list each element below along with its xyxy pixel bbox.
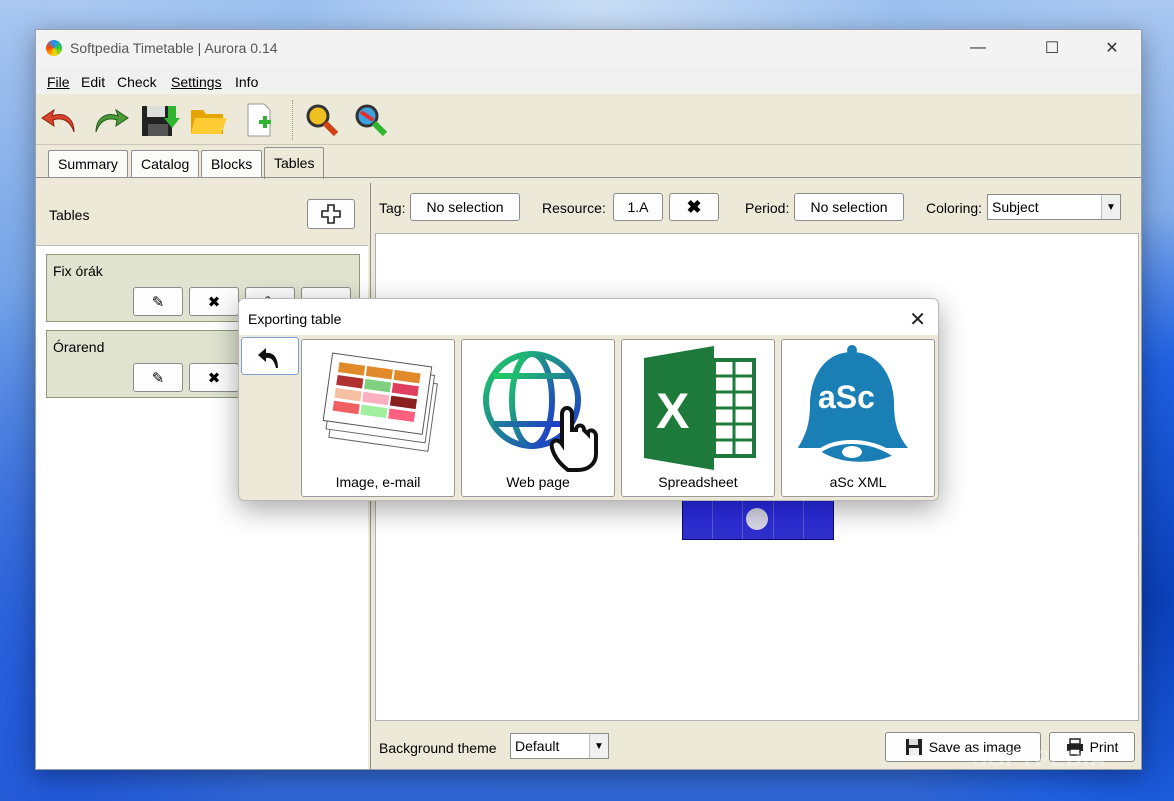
pencil-icon: ✎ [151,293,165,311]
chevron-down-icon: ▼ [589,734,608,758]
plus-icon [321,204,341,224]
tag-select-button[interactable]: No selection [410,193,520,221]
new-file-icon [247,103,271,137]
bg-theme-value: Default [515,738,560,754]
bg-theme-select[interactable]: Default ▼ [510,733,609,759]
close-dialog-button[interactable]: ✕ [909,307,926,332]
open-folder-icon [191,110,227,134]
eye-off-icon: ✖ [207,293,221,311]
app-logo-icon [46,40,62,56]
hide-table-button[interactable]: ✖ [189,363,239,392]
redo-icon [95,108,129,133]
timetable-cell[interactable] [743,501,774,539]
svg-text:aSc: aSc [818,379,875,415]
bg-theme-label: Background theme [379,740,497,756]
tab-summary[interactable]: Summary [48,150,128,177]
tab-catalog[interactable]: Catalog [131,150,200,177]
edit-table-button[interactable]: ✎ [133,363,183,392]
softpedia-watermark: SOFTPEDIA [972,746,1107,771]
tab-tables[interactable]: Tables [264,147,325,179]
undo-icon [41,108,75,133]
tag-label: Tag: [379,200,406,216]
floppy-icon [905,739,922,755]
menu-settings[interactable]: Settings [171,74,222,90]
title-bar: Softpedia Timetable | Aurora 0.14 — ☐ ✕ [36,30,1141,66]
svg-text:X: X [656,383,689,439]
export-dialog: Exporting table ✕ Image, e-mail Web page… [238,298,939,501]
pencil-icon: ✎ [151,369,165,387]
maximize-button[interactable]: ☐ [1023,30,1081,66]
clear-resource-button[interactable]: ✖ [669,193,719,221]
back-arrow-icon [258,348,278,368]
export-option-label: Image, e-mail [335,474,421,490]
new-file-button[interactable] [240,102,280,138]
export-asc-xml-option[interactable]: aSc aSc XML [781,339,935,497]
main-tabs: Summary Catalog Blocks Tables [36,144,1141,179]
timetable-cell[interactable] [713,501,744,539]
search-color-icon [355,104,388,137]
menu-bar: File Edit Check Settings Info [36,66,1141,94]
save-icon [142,106,180,136]
period-label: Period: [745,200,790,216]
tab-divider [36,177,1141,178]
asc-xml-icon: aSc [798,345,908,466]
chevron-down-icon: ▼ [1101,195,1120,219]
redo-button[interactable] [90,102,130,138]
add-table-button[interactable] [307,199,355,229]
timetable-cell[interactable] [683,501,714,539]
close-icon: ✖ [686,196,702,217]
timetable-cell[interactable] [803,501,834,539]
menu-edit[interactable]: Edit [81,74,105,90]
timetable-cell[interactable] [773,501,804,539]
close-icon: ✕ [909,309,926,331]
search-button[interactable] [302,102,342,138]
coloring-select[interactable]: Subject ▼ [987,194,1121,220]
export-option-label: Web page [506,474,570,490]
menu-file[interactable]: File [47,74,70,90]
menu-check[interactable]: Check [117,74,157,90]
back-button[interactable] [241,337,299,375]
toolbar [36,94,1141,145]
export-image-email-option[interactable]: Image, e-mail [301,339,455,497]
export-web-page-option[interactable]: Web page [461,339,615,497]
period-select-button[interactable]: No selection [794,193,904,221]
dialog-title: Exporting table [248,311,342,327]
hide-table-button[interactable]: ✖ [189,287,239,316]
toolbar-separator [292,100,294,140]
timetable-strip[interactable] [682,500,834,540]
dialog-header: Exporting table ✕ [239,299,938,335]
search-color-button[interactable] [351,102,391,138]
export-spreadsheet-option[interactable]: X Spreadsheet [621,339,775,497]
resource-select-button[interactable]: 1.A [613,193,663,221]
web-page-icon [483,351,598,472]
export-option-label: Spreadsheet [658,474,738,490]
minimize-button[interactable]: — [949,30,1007,66]
edit-table-button[interactable]: ✎ [133,287,183,316]
undo-button[interactable] [40,102,80,138]
window-title: Softpedia Timetable | Aurora 0.14 [70,40,278,56]
eye-off-icon: ✖ [207,369,221,387]
table-name: Órarend [53,339,105,355]
resource-label: Resource: [542,200,606,216]
image-email-icon [322,352,438,452]
table-name: Fix órák [53,263,103,279]
tab-blocks[interactable]: Blocks [201,150,263,177]
menu-info[interactable]: Info [235,74,258,90]
open-button[interactable] [189,102,229,138]
spreadsheet-icon: X [644,346,756,470]
save-button[interactable] [140,102,180,138]
export-option-label: aSc XML [829,474,887,490]
tables-heading: Tables [49,207,90,223]
search-icon [306,104,339,137]
close-window-button[interactable]: ✕ [1083,30,1141,66]
coloring-label: Coloring: [926,200,983,216]
circle-icon [746,508,769,530]
coloring-value: Subject [992,199,1039,215]
